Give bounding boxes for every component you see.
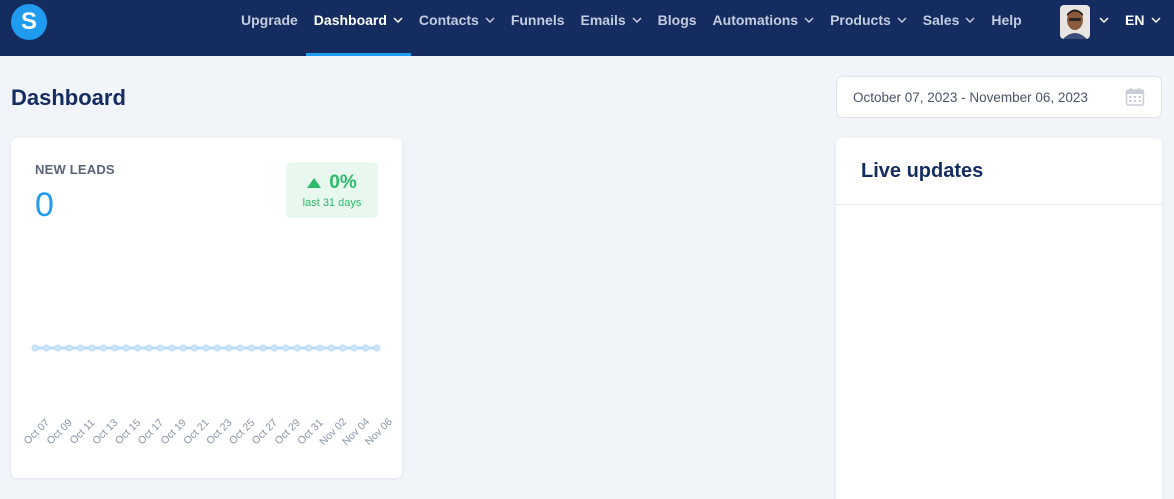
nav-item-dashboard[interactable]: Dashboard: [305, 0, 412, 56]
nav-item-label: Upgrade: [241, 12, 298, 28]
nav-item-products[interactable]: Products: [822, 0, 915, 56]
nav-item-emails[interactable]: Emails: [573, 0, 650, 56]
user-avatar[interactable]: [1060, 5, 1090, 39]
leads-data-point[interactable]: [270, 344, 278, 352]
leads-data-point[interactable]: [202, 344, 210, 352]
new-leads-chart: Oct 07Oct 09Oct 11Oct 13Oct 15Oct 17Oct …: [22, 344, 395, 448]
date-range-picker[interactable]: October 07, 2023 - November 06, 2023: [836, 76, 1162, 118]
page-title: Dashboard: [11, 85, 126, 110]
leads-data-point[interactable]: [191, 344, 199, 352]
leads-data-point[interactable]: [327, 344, 335, 352]
top-navbar: S Upgrade Dashboard Contacts Funnels Emails B…: [0, 0, 1174, 56]
nav-item-blogs[interactable]: Blogs: [650, 0, 705, 56]
chevron-down-icon: [804, 12, 814, 28]
leads-data-point[interactable]: [111, 344, 119, 352]
nav-item-automations[interactable]: Automations: [705, 0, 823, 56]
leads-data-point[interactable]: [293, 344, 301, 352]
leads-data-point[interactable]: [77, 344, 85, 352]
calendar-icon: [1125, 88, 1145, 106]
date-range-text: October 07, 2023 - November 06, 2023: [853, 89, 1088, 105]
leads-data-point[interactable]: [282, 344, 290, 352]
nav-item-sales[interactable]: Sales: [915, 0, 984, 56]
nav-item-help[interactable]: Help: [983, 0, 1029, 56]
leads-data-point[interactable]: [179, 344, 187, 352]
avatar-image: [1060, 5, 1090, 39]
nav-item-label: Dashboard: [313, 12, 387, 28]
nav-item-label: Automations: [712, 12, 799, 28]
nav-item-label: Contacts: [418, 12, 479, 28]
leads-data-point[interactable]: [99, 344, 107, 352]
chevron-down-icon: [632, 12, 642, 28]
nav-item-funnels[interactable]: Funnels: [503, 0, 573, 56]
leads-data-point[interactable]: [305, 344, 313, 352]
chevron-down-icon: [393, 12, 403, 28]
leads-data-point[interactable]: [134, 344, 142, 352]
leads-data-point[interactable]: [65, 344, 73, 352]
leads-data-point[interactable]: [42, 344, 50, 352]
leads-data-point[interactable]: [31, 344, 39, 352]
live-updates-card: Live updates: [836, 138, 1162, 499]
leads-data-point[interactable]: [156, 344, 164, 352]
leads-data-point[interactable]: [259, 344, 267, 352]
user-menu-chevron-icon[interactable]: [1099, 12, 1109, 28]
nav-item-upgrade[interactable]: Upgrade: [233, 0, 306, 56]
live-updates-title: Live updates: [861, 160, 984, 182]
nav-item-label: Blogs: [657, 12, 697, 28]
leads-data-point[interactable]: [213, 344, 221, 352]
leads-data-point[interactable]: [88, 344, 96, 352]
leads-data-point[interactable]: [145, 344, 153, 352]
nav-item-label: Help: [991, 12, 1022, 28]
leads-data-point[interactable]: [362, 344, 370, 352]
leads-data-point[interactable]: [339, 344, 347, 352]
leads-data-point[interactable]: [350, 344, 358, 352]
chevron-down-icon: [485, 12, 495, 28]
leads-data-point[interactable]: [236, 344, 244, 352]
leads-data-point[interactable]: [168, 344, 176, 352]
nav-item-label: Funnels: [510, 12, 565, 28]
leads-data-point[interactable]: [248, 344, 256, 352]
main-nav: Upgrade Dashboard Contacts Funnels Emails Blo…: [233, 0, 1030, 56]
new-leads-card: NEW LEADS 0 0% last 31 days Oct 07 Oct 09…: [11, 138, 402, 478]
chevron-down-icon: [965, 12, 975, 28]
language-selector[interactable]: EN: [1125, 12, 1161, 28]
language-label: EN: [1125, 12, 1145, 28]
chevron-down-icon: [1151, 12, 1161, 28]
nav-item-contacts[interactable]: Contacts: [411, 0, 503, 56]
app-logo[interactable]: S: [11, 4, 47, 40]
divider: [836, 204, 1162, 205]
leads-data-point[interactable]: [122, 344, 130, 352]
nav-item-label: Emails: [580, 12, 626, 28]
nav-item-label: Products: [830, 12, 891, 28]
leads-data-point[interactable]: [225, 344, 233, 352]
leads-data-point[interactable]: [54, 344, 62, 352]
chevron-down-icon: [897, 12, 907, 28]
leads-data-point[interactable]: [316, 344, 324, 352]
nav-item-label: Sales: [922, 12, 960, 28]
leads-data-point[interactable]: [373, 344, 381, 352]
